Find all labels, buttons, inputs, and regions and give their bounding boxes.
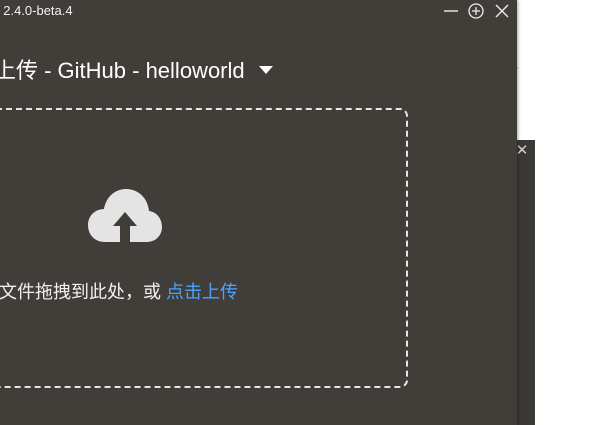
minimize-icon: [444, 10, 458, 12]
drop-hint-text: 文件拖拽到此处，或: [0, 282, 167, 302]
app-version-number: 2.4.0-beta.4: [3, 3, 73, 18]
plus-circle-icon: [468, 3, 484, 19]
desktop: ✕ ‑ : 2.4.0-beta.4: [0, 0, 614, 425]
cloud-upload-icon: [88, 189, 162, 242]
caret-down-icon: [258, 66, 273, 75]
upload-title-dropdown[interactable]: 上传 - GitHub - helloworld: [0, 53, 273, 83]
maximize-button[interactable]: [465, 0, 487, 22]
app-window: : 2.4.0-beta.4 上传 -: [0, 0, 517, 425]
titlebar: : 2.4.0-beta.4: [0, 0, 517, 24]
app-version: : 2.4.0-beta.4: [0, 3, 73, 18]
minimize-button[interactable]: [440, 0, 462, 22]
close-button[interactable]: [491, 0, 513, 22]
close-icon: [495, 4, 509, 18]
click-upload-link[interactable]: 点击上传: [166, 282, 238, 302]
background-window: [517, 140, 535, 425]
page-title: 上传 - GitHub - helloworld: [0, 58, 245, 83]
drop-hint: 文件拖拽到此处，或 点击上传: [0, 278, 238, 304]
upload-dropzone[interactable]: 文件拖拽到此处，或 点击上传: [0, 108, 408, 388]
